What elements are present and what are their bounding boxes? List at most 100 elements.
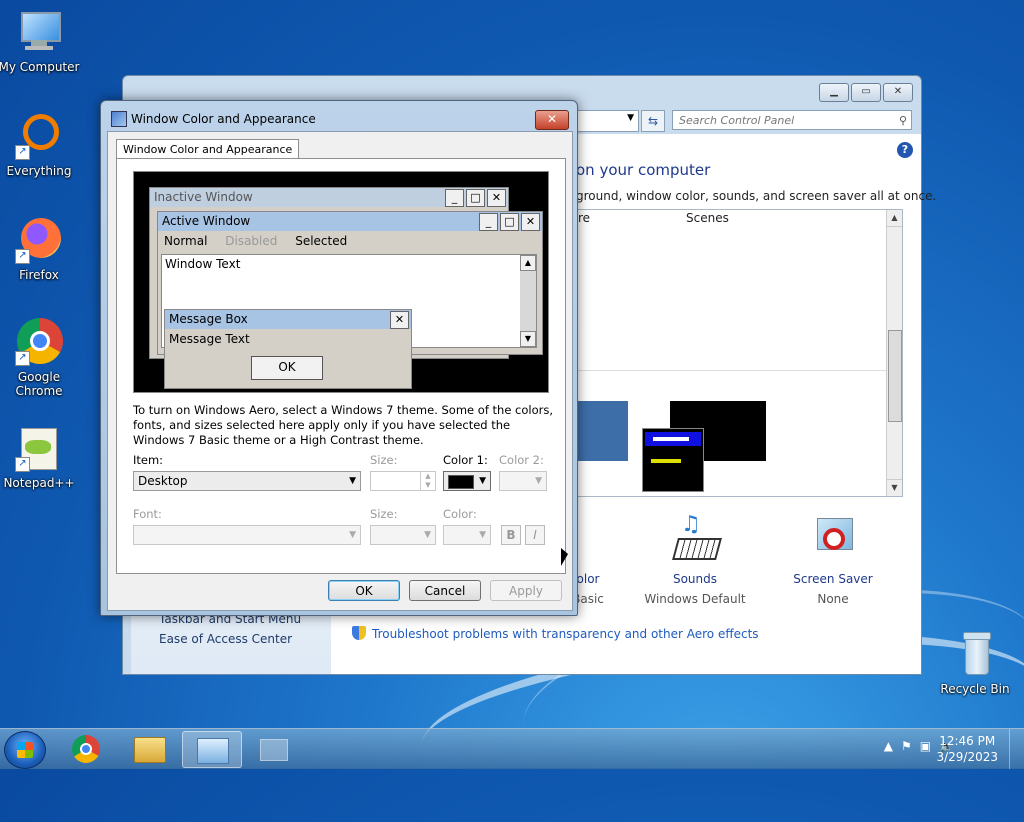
dialog-close-button[interactable]: ✕: [535, 110, 569, 130]
message-box-buttons: ✕: [390, 311, 409, 329]
aero-description: To turn on Windows Aero, select a Window…: [133, 403, 554, 447]
color1-picker[interactable]: ▼: [443, 471, 491, 491]
tab-window-color-appearance[interactable]: Window Color and Appearance: [116, 139, 300, 159]
color1-label: Color 1:: [443, 453, 488, 467]
item-select-value: Desktop: [138, 474, 188, 488]
bold-button[interactable]: B: [501, 525, 521, 545]
chrome-icon-center: [80, 743, 92, 755]
font-size-select[interactable]: ▼: [370, 525, 436, 545]
inactive-window-title: Inactive Window: [154, 190, 253, 204]
desktop-icon-label: Firefox: [19, 268, 59, 282]
network-icon[interactable]: ▣: [920, 739, 931, 753]
size-spinner[interactable]: ▲ ▼: [370, 471, 436, 491]
desktop-icon-my-computer[interactable]: My Computer: [0, 8, 81, 74]
desktop-icon-label: Google Chrome: [15, 370, 63, 398]
preview-message-box[interactable]: Message Box ✕ Message Text OK: [164, 309, 412, 389]
firefox-icon: ↗: [15, 216, 63, 264]
show-desktop-button[interactable]: [1009, 729, 1024, 769]
appearance-preview[interactable]: Inactive Window _ □ ✕ Active Window _ □: [133, 171, 549, 393]
desktop-icon-notepad-plus-plus[interactable]: ↗ Notepad++: [0, 424, 81, 490]
item-select[interactable]: Desktop ▼: [133, 471, 361, 491]
font-color-label: Color:: [443, 507, 477, 521]
message-box-ok-button[interactable]: OK: [251, 356, 323, 380]
theme-thumbnail[interactable]: [572, 401, 628, 461]
minimize-icon: _: [479, 213, 498, 231]
maximize-icon: □: [466, 189, 485, 207]
chevron-down-icon: ▼: [424, 530, 431, 540]
color1-swatch: [448, 475, 474, 489]
search-icon: ⚲: [898, 114, 907, 127]
option-label: Screen Saver: [793, 572, 873, 586]
taskbar-chrome[interactable]: [58, 731, 116, 766]
theme-group-scenes: Scenes: [686, 211, 729, 225]
taskbar-window-color[interactable]: [244, 731, 302, 766]
help-icon[interactable]: ?: [897, 142, 913, 158]
theme-thumbnail-preview: [642, 428, 704, 492]
clock-date: 3/29/2023: [936, 750, 998, 764]
dialog-client-area: Window Color and Appearance Inactive Win…: [107, 131, 573, 611]
taskbar-control-panel[interactable]: [182, 731, 242, 768]
clock[interactable]: 12:46 PM 3/29/2023: [936, 733, 998, 765]
address-bar[interactable]: ▼: [571, 110, 639, 132]
sounds-icon: ♫: [671, 514, 722, 562]
troubleshoot-label: Troubleshoot problems with transparency …: [372, 627, 759, 641]
inactive-window-buttons: _ □ ✕: [445, 189, 506, 207]
desktop-icon-everything[interactable]: ↗ Everything: [0, 112, 81, 178]
shield-icon: [352, 626, 366, 640]
troubleshoot-link[interactable]: Troubleshoot problems with transparency …: [352, 626, 759, 641]
start-button[interactable]: [4, 731, 46, 769]
shortcut-arrow-icon: ↗: [15, 457, 30, 472]
preview-scrollbar[interactable]: ▲ ▼: [520, 255, 536, 347]
maximize-button[interactable]: ▭: [851, 83, 881, 102]
ok-button[interactable]: OK: [328, 580, 400, 601]
scroll-thumb[interactable]: [888, 330, 902, 422]
minimize-button[interactable]: ▁: [819, 83, 849, 102]
menu-selected[interactable]: Selected: [295, 234, 347, 248]
desktop-icon-google-chrome[interactable]: ↗ Google Chrome: [0, 318, 81, 398]
window-text: Window Text: [165, 257, 241, 271]
theme-list[interactable]: re Scenes ▲ ▼: [571, 209, 903, 497]
action-center-icon[interactable]: ⚑: [901, 739, 912, 753]
scroll-down-icon[interactable]: ▼: [887, 479, 902, 496]
desktop-icon-firefox[interactable]: ↗ Firefox: [0, 216, 81, 282]
message-box-text: Message Text: [169, 332, 250, 346]
font-size-label: Size:: [370, 507, 398, 521]
divider: [572, 370, 886, 371]
link-ease-of-access[interactable]: Ease of Access Center: [159, 632, 292, 646]
everything-icon: ↗: [15, 112, 63, 160]
color2-label: Color 2:: [499, 453, 544, 467]
window-caption-buttons: ▁ ▭ ✕: [819, 83, 913, 102]
tab-panel: Inactive Window _ □ ✕ Active Window _ □: [116, 158, 566, 574]
theme-group-label: re: [578, 211, 591, 225]
window-color-icon: [260, 739, 288, 761]
menu-disabled[interactable]: Disabled: [225, 234, 277, 248]
cancel-button[interactable]: Cancel: [409, 580, 481, 601]
option-sub: None: [817, 592, 849, 606]
window-color-appearance-dialog[interactable]: Window Color and Appearance ✕ Window Col…: [100, 100, 578, 616]
taskbar: ▲ ⚑ ▣ 🔈 12:46 PM 3/29/2023: [0, 728, 1024, 769]
sounds-option[interactable]: ♫ Sounds Windows Default: [640, 514, 750, 607]
refresh-button[interactable]: ⇆: [641, 110, 665, 132]
italic-button[interactable]: I: [525, 525, 545, 545]
message-box-title: Message Box: [169, 312, 248, 326]
font-label: Font:: [133, 507, 162, 521]
apply-button[interactable]: Apply: [490, 580, 562, 601]
taskbar-explorer[interactable]: [120, 731, 178, 766]
maximize-icon: □: [500, 213, 519, 231]
font-select[interactable]: ▼: [133, 525, 361, 545]
scroll-up-icon[interactable]: ▲: [887, 210, 902, 227]
desktop-icon-label: Recycle Bin: [940, 682, 1010, 696]
control-panel-icon: [197, 738, 229, 764]
chevron-down-icon: ▼: [535, 476, 542, 486]
color2-picker[interactable]: ▼: [499, 471, 547, 491]
search-input[interactable]: Search Control Panel ⚲: [672, 110, 912, 130]
menu-normal[interactable]: Normal: [164, 234, 207, 248]
desktop-icon-recycle-bin[interactable]: Recycle Bin: [933, 630, 1017, 696]
desktop-icon-label: My Computer: [0, 60, 80, 74]
close-button[interactable]: ✕: [883, 83, 913, 102]
show-hidden-icons-icon[interactable]: ▲: [884, 739, 893, 753]
theme-list-scrollbar[interactable]: ▲ ▼: [886, 210, 902, 496]
font-color-picker[interactable]: ▼: [443, 525, 491, 545]
screen-saver-option[interactable]: Screen Saver None: [788, 514, 878, 606]
active-window-buttons: _ □ ✕: [479, 213, 540, 231]
